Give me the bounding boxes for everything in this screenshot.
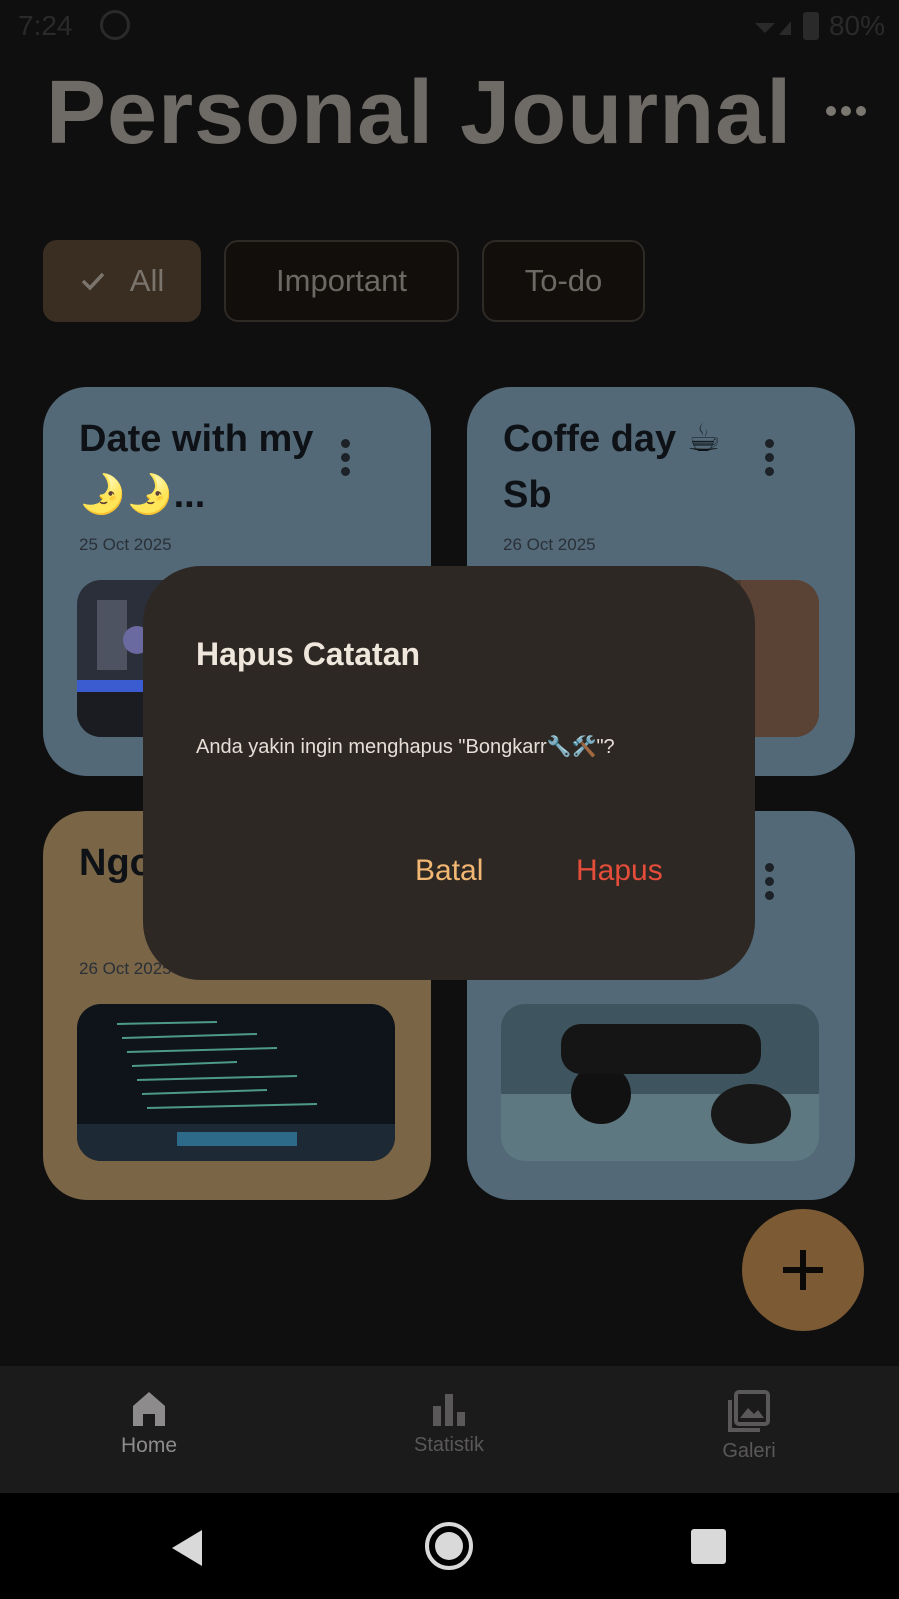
nav-item-home[interactable]: Home — [49, 1366, 249, 1493]
more-vertical-icon[interactable] — [765, 439, 775, 477]
recent-apps-icon[interactable] — [691, 1529, 726, 1564]
note-date: 26 Oct 2025 — [503, 535, 596, 554]
home-icon — [133, 1392, 165, 1426]
battery-icon — [802, 12, 819, 40]
more-vertical-icon[interactable] — [765, 863, 775, 901]
battery-percent: 80% — [828, 10, 885, 41]
page-title: Personal Journal — [46, 63, 793, 163]
signal-icon — [753, 15, 793, 37]
filter-chip-todo[interactable]: To-do — [482, 240, 645, 322]
filter-chip-label: Important — [276, 263, 407, 298]
nav-label: Statistik — [413, 1434, 485, 1456]
filter-chip-important[interactable]: Important — [224, 240, 459, 322]
more-vertical-icon[interactable] — [341, 439, 351, 477]
add-note-button[interactable] — [742, 1209, 864, 1331]
nav-label: Home — [120, 1434, 178, 1457]
system-navigation-bar — [0, 1493, 899, 1599]
check-icon — [81, 272, 105, 291]
note-title: Coffe day ☕ Sb — [503, 418, 721, 516]
nav-label: Galeri — [722, 1440, 776, 1462]
note-date: 26 Oct 2025 — [79, 959, 172, 978]
nav-item-galeri[interactable]: Galeri — [649, 1366, 849, 1493]
nav-item-statistik[interactable]: Statistik — [349, 1366, 549, 1493]
bottom-navigation: Home Statistik Galeri — [0, 1366, 899, 1493]
status-right: 80% — [753, 10, 885, 42]
dialog-title: Hapus Catatan — [196, 636, 421, 672]
status-bar: 7:24 80% — [0, 0, 899, 56]
back-icon[interactable] — [170, 1528, 204, 1568]
dialog-message: Anda yakin ingin menghapus "Bongkarr🔧🛠️"… — [196, 736, 615, 758]
status-time: 7:24 — [18, 10, 73, 41]
filter-chip-label: All — [129, 263, 165, 298]
note-date: 25 Oct 2025 — [79, 535, 172, 554]
note-title: Date with my 🌛🌛... — [79, 418, 314, 516]
note-image — [77, 1004, 395, 1161]
whatsapp-notification-icon — [100, 10, 130, 40]
more-horizontal-icon[interactable] — [826, 106, 866, 118]
bar-chart-icon — [433, 1394, 465, 1426]
plus-icon — [783, 1250, 823, 1290]
home-circle-icon[interactable] — [424, 1521, 474, 1571]
note-image — [501, 1004, 819, 1161]
delete-note-dialog: Hapus Catatan Anda yakin ingin menghapus… — [143, 566, 755, 980]
filter-chip-label: To-do — [524, 263, 603, 298]
delete-button[interactable]: Hapus — [576, 854, 663, 888]
cancel-button[interactable]: Batal — [415, 854, 483, 888]
filter-chip-all[interactable]: All — [43, 240, 201, 322]
gallery-icon — [728, 1390, 770, 1432]
